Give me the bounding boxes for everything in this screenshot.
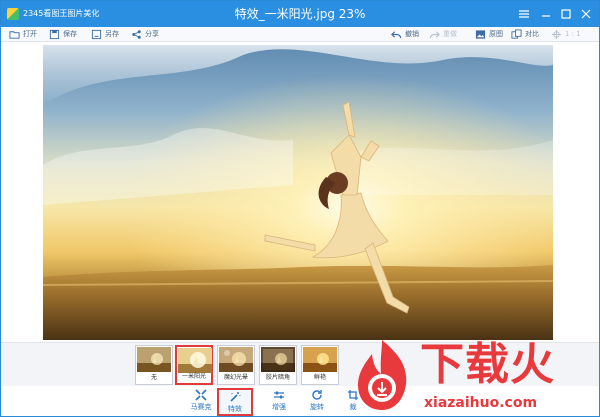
filter-label: 一米阳光 [181, 373, 206, 380]
site-watermark: 下载火 xiazaihuo.com [346, 336, 599, 416]
menu-icon[interactable] [515, 5, 533, 23]
save-as-icon [91, 29, 102, 40]
toolbar: 打开 保存 另存 分享 撤销 重做 原图 对比 1: 1 [1, 27, 599, 42]
mosaic-icon [195, 389, 207, 401]
filter-thumbnail [261, 347, 295, 372]
edited-photo[interactable] [43, 45, 553, 340]
filter-magic-halo[interactable]: 魔幻光晕 [217, 345, 255, 385]
filter-label: 鲜艳 [313, 374, 326, 381]
image-icon [475, 30, 486, 39]
enhance-button[interactable]: 增强 [261, 388, 297, 416]
filter-label: 魔幻光晕 [223, 374, 248, 381]
watermark-title: 下载火 [420, 339, 555, 390]
minimize-icon[interactable] [537, 5, 555, 23]
folder-icon [9, 31, 20, 39]
filter-thumbnail [137, 347, 171, 372]
maximize-icon[interactable] [557, 5, 575, 23]
filter-none[interactable]: 无 [135, 345, 173, 385]
filter-thumbnail [219, 347, 253, 372]
redo-icon [429, 31, 440, 39]
compare-icon [511, 29, 522, 39]
image-canvas [1, 42, 599, 342]
filter-thumbnail [303, 347, 337, 372]
save-button[interactable]: 保存 [49, 28, 77, 41]
filter-thumbnail [178, 348, 212, 373]
redo-button[interactable]: 重做 [429, 28, 457, 41]
share-button[interactable]: 分享 [131, 28, 159, 41]
save-icon [49, 29, 60, 40]
filter-sunshine[interactable]: 一米阳光 [175, 345, 213, 385]
fire-logo-icon [352, 338, 412, 412]
rotate-button[interactable]: 旋转 [299, 388, 335, 416]
fit-icon [551, 29, 562, 40]
rotate-icon [312, 390, 322, 400]
app-window: 2345看图王图片美化 特效_一米阳光.jpg 23% 打开 保存 另存 分享 … [0, 0, 600, 417]
undo-icon [391, 31, 402, 39]
window-title: 特效_一米阳光.jpg 23% [234, 7, 366, 21]
magic-wand-icon [230, 392, 241, 402]
filter-film-vignette[interactable]: 胶片暗角 [259, 345, 297, 385]
filter-label: 胶片暗角 [265, 374, 290, 381]
share-icon [132, 30, 141, 39]
sliders-icon [274, 391, 284, 399]
title-bar: 2345看图王图片美化 特效_一米阳光.jpg 23% [1, 1, 599, 27]
close-icon[interactable] [577, 5, 595, 23]
compare-button[interactable]: 对比 [511, 28, 539, 41]
original-button[interactable]: 原图 [475, 28, 503, 41]
watermark-url: xiazaihuo.com [424, 395, 538, 411]
ratio-button[interactable]: 1 : 1 [551, 28, 581, 41]
filter-vivid[interactable]: 鲜艳 [301, 345, 339, 385]
effects-button[interactable]: 特效 [217, 388, 253, 416]
save-as-button[interactable]: 另存 [91, 28, 119, 41]
mosaic-button[interactable]: 马赛克 [183, 388, 219, 416]
open-button[interactable]: 打开 [9, 28, 37, 41]
undo-button[interactable]: 撤销 [391, 28, 419, 41]
filter-label: 无 [150, 374, 157, 381]
